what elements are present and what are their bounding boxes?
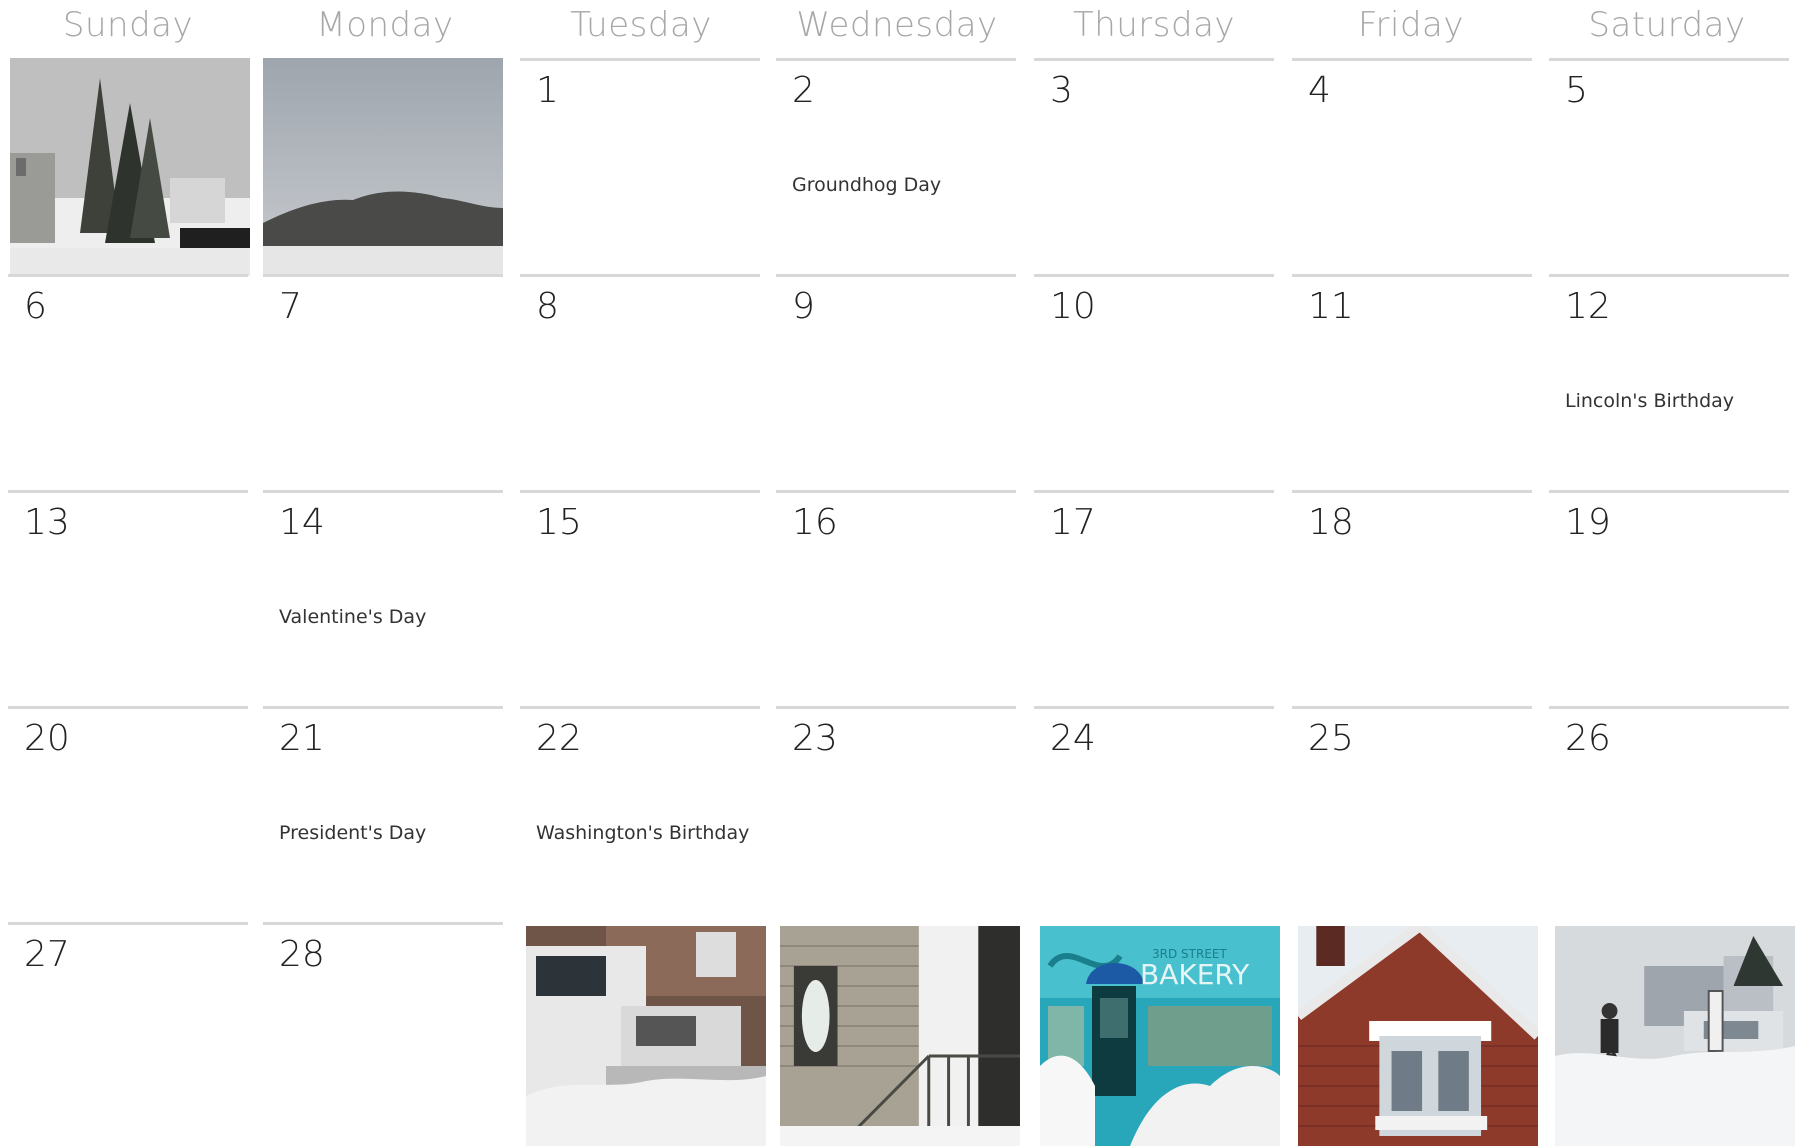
day-cell-3: 3 <box>1034 58 1274 273</box>
snowplow-photo <box>526 926 766 1146</box>
weekday-saturday: Saturday <box>1588 5 1746 45</box>
day-number: 9 <box>792 286 815 327</box>
event-label: President's Day <box>279 822 427 844</box>
day-number: 26 <box>1565 718 1611 759</box>
day-cell-1: 1 <box>520 58 760 273</box>
day-cell-19: 19 <box>1549 490 1789 705</box>
bakery-subsign-text: 3RD STREET <box>1152 947 1227 961</box>
event-label: Washington's Birthday <box>536 822 750 844</box>
day-number: 1 <box>536 70 559 111</box>
day-cell-24: 24 <box>1034 706 1274 921</box>
day-number: 16 <box>792 502 838 543</box>
weekday-thursday: Thursday <box>1072 5 1236 45</box>
day-cell-17: 17 <box>1034 490 1274 705</box>
day-number: 17 <box>1050 502 1096 543</box>
day-cell-15: 15 <box>520 490 760 705</box>
day-number: 7 <box>279 286 302 327</box>
day-cell-6: 6 <box>8 274 248 489</box>
photo-cell-bakery: BAKERY 3RD STREET <box>1040 926 1280 1146</box>
day-number: 11 <box>1308 286 1354 327</box>
day-number: 5 <box>1565 70 1588 111</box>
day-cell-26: 26 <box>1549 706 1789 921</box>
day-number: 15 <box>536 502 582 543</box>
day-cell-28: 28 <box>263 922 503 1137</box>
weekday-wednesday: Wednesday <box>796 5 998 45</box>
day-number: 22 <box>536 718 582 759</box>
photo-cell-snowplow <box>526 926 766 1146</box>
day-number: 19 <box>1565 502 1611 543</box>
weekday-tuesday: Tuesday <box>570 5 712 45</box>
day-number: 28 <box>279 934 325 975</box>
month-calendar: Sunday Monday Tuesday Wednesday Thursday… <box>0 0 1797 1146</box>
event-label: Lincoln's Birthday <box>1565 390 1735 412</box>
day-number: 25 <box>1308 718 1354 759</box>
day-cell-11: 11 <box>1292 274 1532 489</box>
day-number: 24 <box>1050 718 1096 759</box>
day-number: 8 <box>536 286 559 327</box>
day-cell-23: 23 <box>776 706 1016 921</box>
photo-cell-red-house <box>1298 926 1538 1146</box>
day-cell-9: 9 <box>776 274 1016 489</box>
day-cell-18: 18 <box>1292 490 1532 705</box>
day-number: 14 <box>279 502 325 543</box>
day-number: 6 <box>24 286 47 327</box>
day-cell-16: 16 <box>776 490 1016 705</box>
day-cell-2: 2 Groundhog Day <box>776 58 1016 273</box>
bakery-sign-text: BAKERY <box>1140 958 1250 991</box>
weekday-sunday: Sunday <box>62 5 194 45</box>
day-number: 23 <box>792 718 838 759</box>
bakery-photo: BAKERY 3RD STREET <box>1040 926 1280 1146</box>
day-number: 10 <box>1050 286 1096 327</box>
day-cell-21: 21 President's Day <box>263 706 503 921</box>
photo-cell-snowy-trees <box>10 58 250 276</box>
event-label: Groundhog Day <box>792 174 942 196</box>
day-cell-25: 25 <box>1292 706 1532 921</box>
day-cell-4: 4 <box>1292 58 1532 273</box>
day-number: 13 <box>24 502 70 543</box>
day-cell-5: 5 <box>1549 58 1789 273</box>
red-house-photo <box>1298 926 1538 1146</box>
day-number: 27 <box>24 934 70 975</box>
day-number: 4 <box>1308 70 1331 111</box>
day-cell-8: 8 <box>520 274 760 489</box>
day-number: 18 <box>1308 502 1354 543</box>
weekday-monday: Monday <box>316 5 454 45</box>
day-cell-14: 14 Valentine's Day <box>263 490 503 705</box>
day-cell-27: 27 <box>8 922 248 1137</box>
day-number: 12 <box>1565 286 1611 327</box>
photo-cell-shoveling-snow <box>1555 926 1795 1146</box>
snowy-porch-photo <box>780 926 1020 1146</box>
event-label: Valentine's Day <box>279 606 427 628</box>
winter-hill-photo <box>263 58 503 276</box>
weekday-friday: Friday <box>1357 5 1465 45</box>
day-number: 21 <box>279 718 325 759</box>
photo-cell-winter-hill <box>263 58 503 276</box>
day-cell-13: 13 <box>8 490 248 705</box>
day-cell-7: 7 <box>263 274 503 489</box>
day-cell-22: 22 Washington's Birthday <box>520 706 760 921</box>
day-cell-20: 20 <box>8 706 248 921</box>
day-number: 20 <box>24 718 70 759</box>
day-number: 2 <box>792 70 815 111</box>
photo-cell-snowy-porch <box>780 926 1020 1146</box>
shoveling-snow-photo <box>1555 926 1795 1146</box>
snowy-trees-photo <box>10 58 250 276</box>
day-cell-10: 10 <box>1034 274 1274 489</box>
day-cell-12: 12 Lincoln's Birthday <box>1549 274 1789 489</box>
day-number: 3 <box>1050 70 1073 111</box>
